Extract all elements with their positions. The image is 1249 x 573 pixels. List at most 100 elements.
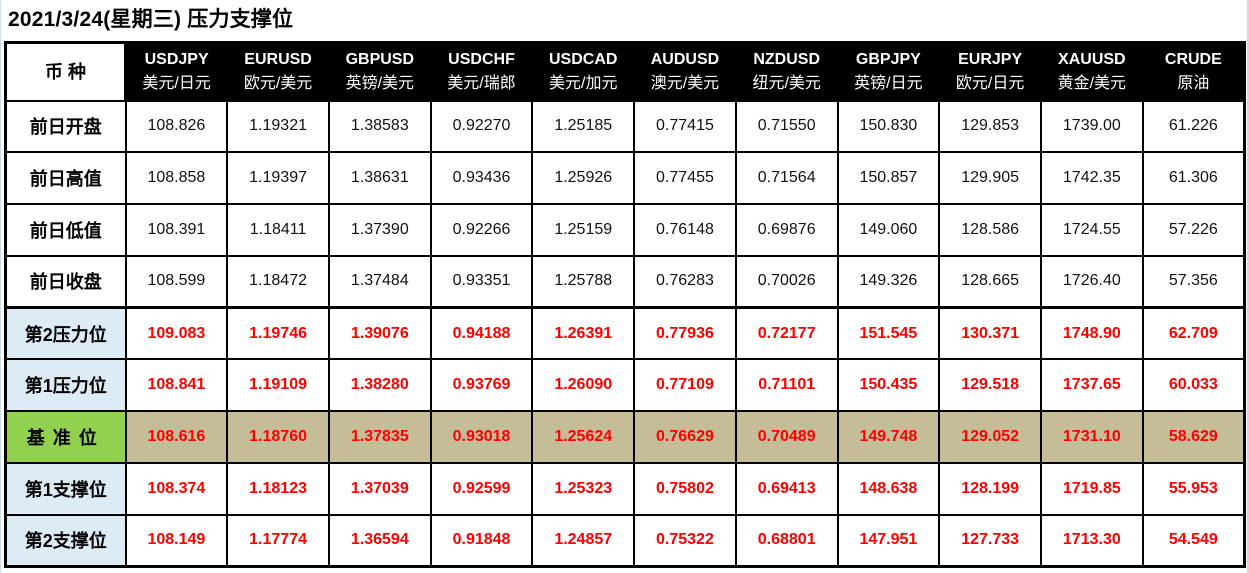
value-cell-usdcad: 1.25926 — [531, 151, 636, 206]
value-cell-nzdusd: 0.68801 — [734, 513, 839, 568]
value-cell-usdcad: 1.26391 — [531, 306, 636, 361]
currency-name: 欧元/美元 — [243, 74, 313, 92]
value-cell-gbpusd: 1.38631 — [327, 151, 432, 206]
row-label: 第2压力位 — [4, 306, 127, 361]
value-cell-gbpjpy: 150.830 — [836, 99, 941, 154]
value-cell-crude: 58.629 — [1141, 410, 1246, 464]
value-cell-gbpjpy: 149.060 — [836, 203, 941, 257]
page-title: 2021/3/24(星期三) 压力支撑位 — [8, 8, 294, 31]
value-cell-audusd: 0.76629 — [633, 410, 737, 464]
value-cell-nzdusd: 0.71550 — [734, 99, 839, 154]
value-cell-gbpusd: 1.37390 — [327, 203, 432, 257]
column-header-usdcad: USDCAD 美元/加元 — [531, 41, 636, 102]
value-cell-audusd: 0.76148 — [633, 203, 737, 257]
currency-code: GBPJPY — [855, 50, 921, 68]
currency-name: 美元/加元 — [549, 74, 618, 92]
value-cell-eurjpy: 129.853 — [938, 99, 1042, 154]
value-cell-xauusd: 1742.35 — [1039, 151, 1144, 206]
value-cell-gbpusd: 1.38280 — [327, 358, 432, 413]
value-cell-crude: 55.953 — [1141, 461, 1246, 516]
column-header-usdchf: USDCHF 美元/瑞郎 — [429, 41, 534, 102]
value-cell-gbpusd: 1.37039 — [327, 461, 432, 516]
value-cell-xauusd: 1737.65 — [1039, 358, 1144, 413]
table-row: 第2压力位 109.083 1.19746 1.39076 0.94188 1.26391… — [4, 306, 1246, 361]
row-label: 第2支撑位 — [4, 513, 127, 568]
value-cell-gbpjpy: 148.638 — [836, 461, 941, 516]
column-header-audusd: AUDUSD 澳元/美元 — [633, 41, 737, 102]
value-cell-eurjpy: 129.052 — [938, 410, 1042, 464]
column-header-eurusd: EURUSD 欧元/美元 — [226, 41, 330, 102]
row-label: 前日低值 — [4, 203, 127, 257]
value-cell-usdjpy: 108.391 — [124, 203, 229, 257]
value-cell-eurjpy: 127.733 — [938, 513, 1042, 568]
currency-name: 澳元/美元 — [650, 74, 720, 92]
currency-name: 黄金/美元 — [1057, 74, 1127, 92]
value-cell-usdcad: 1.25323 — [531, 461, 636, 516]
value-cell-crude: 57.356 — [1141, 254, 1246, 309]
currency-name: 欧元/日元 — [955, 74, 1025, 92]
value-cell-xauusd: 1713.30 — [1039, 513, 1144, 568]
currency-name: 原油 — [1177, 74, 1210, 92]
value-cell-audusd: 0.75322 — [633, 513, 737, 568]
value-cell-usdjpy: 108.149 — [124, 513, 229, 568]
currency-code: EURUSD — [244, 50, 312, 68]
value-cell-eurjpy: 129.518 — [938, 358, 1042, 413]
value-cell-eurusd: 1.19321 — [226, 99, 330, 154]
row-label: 前日收盘 — [4, 254, 127, 309]
value-cell-nzdusd: 0.70026 — [734, 254, 839, 309]
value-cell-audusd: 0.76283 — [633, 254, 737, 309]
value-cell-audusd: 0.77109 — [633, 358, 737, 413]
value-cell-xauusd: 1731.10 — [1039, 410, 1144, 464]
value-cell-usdjpy: 108.374 — [124, 461, 229, 516]
table-body: 前日开盘 108.826 1.19321 1.38583 0.92270 1.25185 0… — [4, 99, 1246, 568]
value-cell-usdcad: 1.24857 — [531, 513, 636, 568]
value-cell-usdjpy: 108.841 — [124, 358, 229, 413]
value-cell-gbpjpy: 149.326 — [836, 254, 941, 309]
value-cell-nzdusd: 0.69876 — [734, 203, 839, 257]
value-cell-audusd: 0.75802 — [633, 461, 737, 516]
value-cell-eurusd: 1.18123 — [226, 461, 330, 516]
value-cell-xauusd: 1724.55 — [1039, 203, 1144, 257]
currency-code: NZDUSD — [753, 50, 820, 68]
value-cell-usdjpy: 108.858 — [124, 151, 229, 206]
table-row: 前日开盘 108.826 1.19321 1.38583 0.92270 1.25185 0… — [4, 99, 1246, 154]
value-cell-gbpjpy: 150.435 — [836, 358, 941, 413]
value-cell-usdcad: 1.26090 — [531, 358, 636, 413]
value-cell-eurusd: 1.17774 — [226, 513, 330, 568]
value-cell-usdcad: 1.25624 — [531, 410, 636, 464]
value-cell-eurjpy: 130.371 — [938, 306, 1042, 361]
value-cell-nzdusd: 0.71564 — [734, 151, 839, 206]
value-cell-usdjpy: 108.826 — [124, 99, 229, 154]
table-row: 前日低值 108.391 1.18411 1.37390 0.92266 1.25159 0… — [4, 203, 1246, 257]
value-cell-usdchf: 0.92266 — [429, 203, 534, 257]
value-cell-gbpjpy: 151.545 — [836, 306, 941, 361]
currency-name: 纽元/美元 — [752, 74, 821, 92]
value-cell-crude: 57.226 — [1141, 203, 1246, 257]
value-cell-crude: 61.226 — [1141, 99, 1246, 154]
currency-code: USDJPY — [144, 50, 209, 68]
value-cell-crude: 54.549 — [1141, 513, 1246, 568]
value-cell-eurusd: 1.19746 — [226, 306, 330, 361]
value-cell-gbpusd: 1.39076 — [327, 306, 432, 361]
value-cell-eurusd: 1.18760 — [226, 410, 330, 464]
row-label: 前日高值 — [4, 151, 127, 206]
table-row: 前日收盘 108.599 1.18472 1.37484 0.93351 1.25788 0… — [4, 254, 1246, 309]
column-header-crude: CRUDE 原油 — [1141, 41, 1246, 102]
value-cell-usdcad: 1.25159 — [531, 203, 636, 257]
column-header-xauusd: XAUUSD 黄金/美元 — [1039, 41, 1144, 102]
value-cell-crude: 60.033 — [1141, 358, 1246, 413]
value-cell-gbpjpy: 147.951 — [836, 513, 941, 568]
currency-code: XAUUSD — [1058, 50, 1126, 68]
value-cell-xauusd: 1719.85 — [1039, 461, 1144, 516]
currency-code: EURJPY — [958, 50, 1023, 68]
value-cell-nzdusd: 0.71101 — [734, 358, 839, 413]
value-cell-usdchf: 0.94188 — [429, 306, 534, 361]
value-cell-xauusd: 1748.90 — [1039, 306, 1144, 361]
value-cell-crude: 61.306 — [1141, 151, 1246, 206]
column-header-eurjpy: EURJPY 欧元/日元 — [938, 41, 1042, 102]
value-cell-usdchf: 0.92270 — [429, 99, 534, 154]
value-cell-usdjpy: 108.616 — [124, 410, 229, 464]
left-edge-line — [0, 0, 1, 573]
value-cell-gbpusd: 1.37835 — [327, 410, 432, 464]
value-cell-xauusd: 1739.00 — [1039, 99, 1144, 154]
